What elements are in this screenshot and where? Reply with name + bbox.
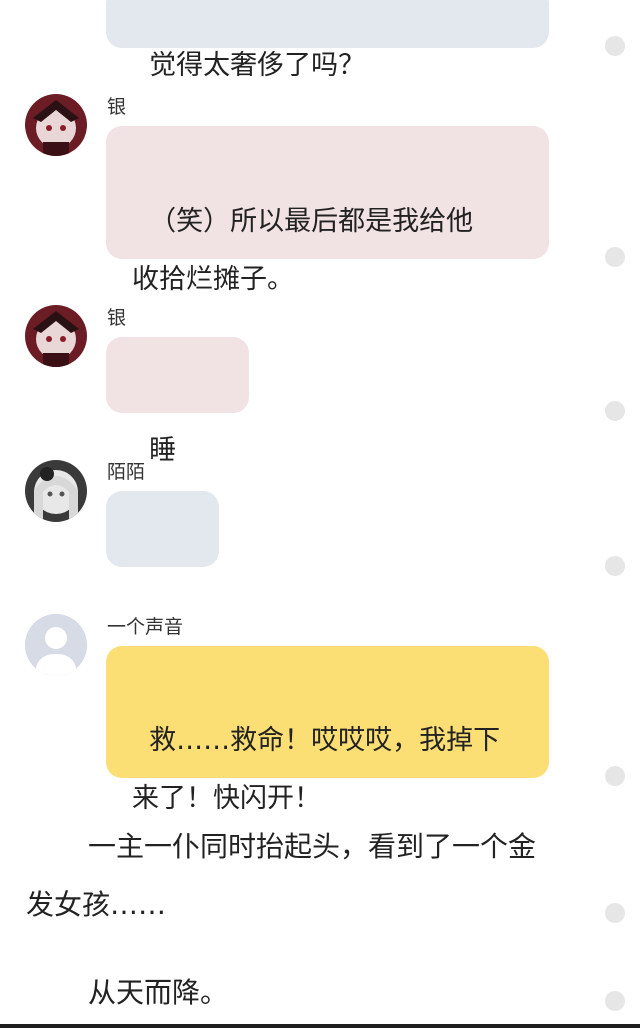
bottom-edge: [0, 1024, 640, 1028]
narration-paragraph: 从天而降。: [88, 964, 228, 1022]
message-bubble-partial: 觉得太奢侈了吗？: [106, 0, 549, 81]
message-text: 救……救命！哎哎哎，我掉下 来了！快闪开！: [132, 725, 501, 814]
comment-dot[interactable]: [605, 247, 625, 267]
comment-dot[interactable]: [605, 36, 625, 56]
message-bubble: 嗯。: [106, 491, 219, 696]
avatar-momo[interactable]: [25, 460, 87, 522]
comment-dot[interactable]: [605, 401, 625, 421]
avatar-yin[interactable]: [25, 94, 87, 156]
narration-paragraph: 一主一仆同时抬起头，看到了一个金 发女孩……: [26, 818, 616, 934]
sender-name: 一个声音: [107, 616, 184, 638]
narration-line: 发女孩……: [26, 888, 167, 921]
sender-name: 银: [107, 307, 127, 329]
comment-dot[interactable]: [605, 991, 625, 1011]
comment-dot[interactable]: [605, 766, 625, 786]
message-text: 觉得太奢侈了吗？: [149, 50, 366, 81]
message-bubble: （笑）所以最后都是我给他 收拾烂摊子。: [106, 126, 549, 295]
comment-dot[interactable]: [605, 903, 625, 923]
narration-line: 一主一仆同时抬起头，看到了一个金: [88, 830, 537, 863]
avatar-default[interactable]: [25, 614, 87, 676]
narration-line: 从天而降。: [88, 976, 229, 1009]
sender-name: 银: [107, 96, 127, 118]
message-text: （笑）所以最后都是我给他 收拾烂摊子。: [132, 206, 474, 295]
comment-dot[interactable]: [605, 556, 625, 576]
sender-name: 陌陌: [107, 461, 146, 483]
message-bubble: 睡吧。: [106, 337, 249, 542]
message-bubble: 救……救命！哎哎哎，我掉下 来了！快闪开！: [106, 646, 549, 814]
avatar-yin[interactable]: [25, 305, 87, 367]
